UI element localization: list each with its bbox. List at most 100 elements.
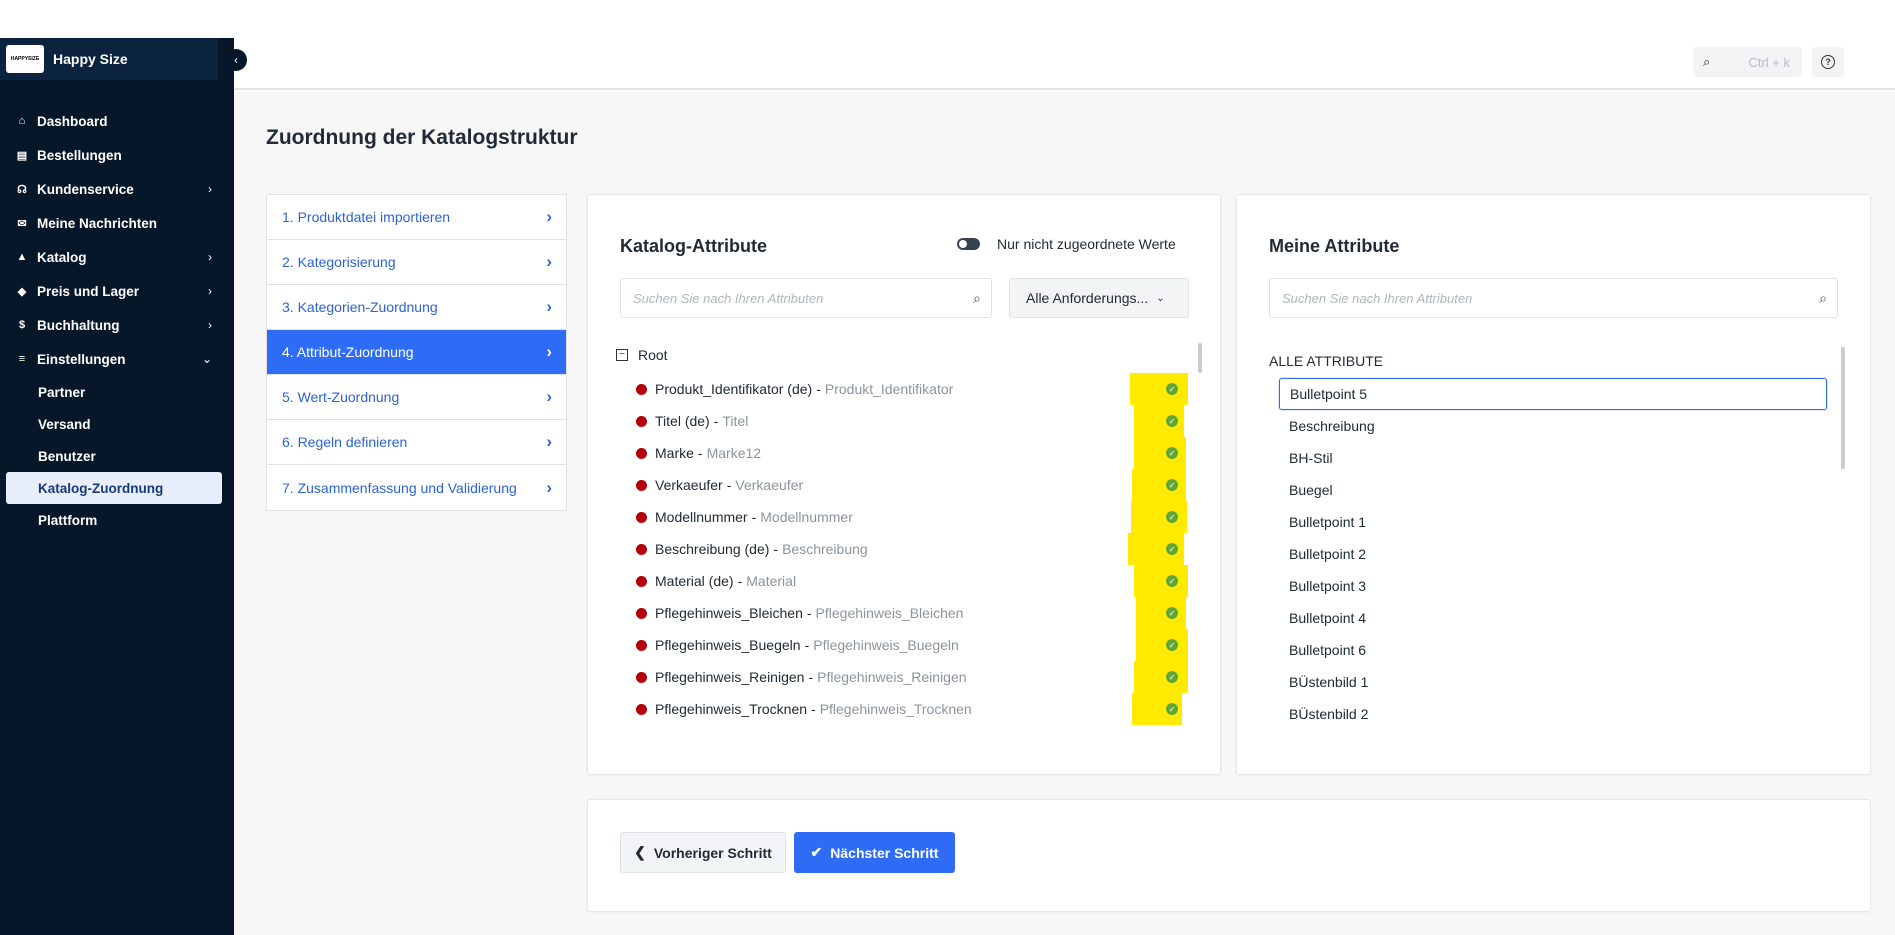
mapped-attribute: Titel (722, 413, 749, 429)
sidebar-item-label: Katalog (37, 249, 87, 265)
catalog-attribute-row[interactable]: Modellnummer - Modellnummer ✓ (636, 501, 1196, 533)
tree-root-label: Root (638, 347, 668, 363)
sidebar-item-buchhaltung[interactable]: $ Buchhaltung › (0, 308, 234, 342)
mapped-attribute: Pflegehinweis_Bleichen (815, 605, 964, 621)
search-icon[interactable]: ⌕ (973, 290, 981, 307)
sidebar-item-einstellungen[interactable]: ≡ Einstellungen ⌄ (0, 342, 234, 376)
chevron-icon: › (208, 182, 212, 196)
brand-header[interactable]: HAPPYSIZE Happy Size (0, 38, 218, 80)
my-attribute-item[interactable]: Bulletpoint 2 (1279, 538, 1827, 570)
catalog-attribute-row[interactable]: Verkaeufer - Verkaeufer ✓ (636, 469, 1196, 501)
my-attribute-item[interactable]: BH-Stil (1279, 442, 1827, 474)
sidebar-subitem-versand[interactable]: Versand (6, 408, 222, 440)
wizard-step-1[interactable]: 1. Produktdatei importieren › (267, 195, 566, 240)
my-attribute-item[interactable]: BÜstenbild 2 (1279, 698, 1827, 730)
catalog-attribute-row[interactable]: Beschreibung (de) - Beschreibung ✓ (636, 533, 1196, 565)
my-attribute-item[interactable]: Beschreibung (1279, 410, 1827, 442)
catalog-attribute-row[interactable]: Pflegehinweis_Buegeln - Pflegehinweis_Bueg… (636, 629, 1196, 661)
tree-root[interactable]: − Root (616, 347, 668, 363)
check-circle-icon: ✓ (1166, 671, 1178, 683)
catalog-attribute-row[interactable]: Pflegehinweis_Trocknen - Pflegehinweis_Tro… (636, 693, 1196, 725)
search-shortcut: Ctrl + k (1748, 54, 1790, 70)
global-search-button[interactable]: ⌕ Ctrl + k (1693, 47, 1802, 77)
sidebar-item-label: Kundenservice (37, 181, 134, 197)
attribute-separator: - (773, 541, 779, 557)
wizard-step-5[interactable]: 5. Wert-Zuordnung › (267, 375, 566, 420)
sidebar-item-kundenservice[interactable]: ☊ Kundenservice › (0, 172, 234, 206)
sidebar-subitem-katalog-zuordnung[interactable]: Katalog-Zuordnung (6, 472, 222, 504)
wizard-step-3[interactable]: 3. Kategorien-Zuordnung › (267, 285, 566, 330)
catalog-attribute-row[interactable]: Pflegehinweis_Reinigen - Pflegehinweis_Rei… (636, 661, 1196, 693)
my-attributes-card: Meine Attribute ⌕ ALLE ATTRIBUTE Bulletp… (1236, 194, 1871, 775)
brand-logo: HAPPYSIZE (6, 45, 44, 73)
wizard-step-7[interactable]: 7. Zusammenfassung und Validierung › (267, 465, 566, 510)
sidebar-item-meine-nachrichten[interactable]: ✉ Meine Nachrichten (0, 206, 234, 240)
next-step-button[interactable]: ✔ Nächster Schritt (794, 832, 955, 873)
my-attribute-item[interactable]: Buegel (1279, 474, 1827, 506)
unmapped-only-toggle[interactable] (957, 238, 980, 250)
wizard-step-4[interactable]: 4. Attribut-Zuordnung › (267, 330, 566, 375)
catalog-attribute-row[interactable]: Pflegehinweis_Bleichen - Pflegehinweis_Ble… (636, 597, 1196, 629)
sidebar-item-label: Preis und Lager (37, 283, 140, 299)
my-attributes-scrollbar[interactable] (1841, 347, 1845, 469)
next-step-label: Nächster Schritt (830, 844, 939, 861)
sidebar-item-label: Dashboard (37, 113, 108, 129)
wizard-step-2[interactable]: 2. Kategorisierung › (267, 240, 566, 285)
previous-step-button[interactable]: ❮ Vorheriger Schritt (620, 832, 786, 873)
my-attribute-item[interactable]: Bulletpoint 1 (1279, 506, 1827, 538)
attribute-name: Verkaeufer (655, 477, 723, 493)
mapped-attribute: Pflegehinweis_Trocknen (819, 701, 972, 717)
collapse-sidebar-icon[interactable]: ‹ (225, 49, 247, 71)
collapse-tree-icon[interactable]: − (616, 349, 628, 361)
catalog-attribute-row[interactable]: Produkt_Identifikator (de) - Produkt_Ident… (636, 373, 1196, 405)
my-attribute-item[interactable]: BÜstenbild 1 (1279, 666, 1827, 698)
catalog-attribute-row[interactable]: Titel (de) - Titel ✓ (636, 405, 1196, 437)
mapped-attribute: Produkt_Identifikator (824, 381, 954, 397)
sidebar-item-preis-und-lager[interactable]: ◆ Preis und Lager › (0, 274, 234, 308)
wizard-step-label: 4. Attribut-Zuordnung (282, 344, 414, 360)
sidebar-subitem-plattform[interactable]: Plattform (6, 504, 222, 536)
my-attribute-item[interactable]: Bulletpoint 4 (1279, 602, 1827, 634)
wizard-step-6[interactable]: 6. Regeln definieren › (267, 420, 566, 465)
highlight-mark (1130, 373, 1188, 405)
attribute-separator: - (751, 509, 757, 525)
highlight-mark (1134, 565, 1188, 597)
catalog-search-input[interactable] (633, 290, 948, 306)
search-icon[interactable]: ⌕ (1819, 290, 1827, 307)
status-dot (636, 671, 647, 683)
catalog-attribute-row[interactable]: Marke - Marke12 ✓ (636, 437, 1196, 469)
status-dot (636, 703, 647, 715)
attribute-separator: - (713, 413, 719, 429)
check-icon: ✔ (810, 844, 823, 860)
catalog-search-field[interactable]: ⌕ (620, 278, 992, 318)
my-attribute-item[interactable]: Bulletpoint 6 (1279, 634, 1827, 666)
catalog-scrollbar[interactable] (1198, 343, 1202, 373)
mapped-attribute: Material (746, 573, 797, 589)
catalog-attribute-row[interactable]: Material (de) - Material ✓ (636, 565, 1196, 597)
my-attribute-item[interactable]: Bulletpoint 5 (1279, 378, 1827, 410)
attribute-separator: - (697, 445, 703, 461)
help-button[interactable]: ? (1812, 47, 1844, 77)
main-content: Zuordnung der Katalogstruktur 1. Produkt… (234, 92, 1895, 935)
mapped-attribute: Marke12 (706, 445, 762, 461)
check-circle-icon: ✓ (1166, 639, 1178, 651)
my-attribute-item[interactable]: Bulletpoint 3 (1279, 570, 1827, 602)
sidebar-subitem-partner[interactable]: Partner (6, 376, 222, 408)
catalog-attributes-card: Katalog-Attribute Nur nicht zugeordnete … (587, 194, 1221, 775)
status-dot (636, 479, 647, 491)
attribute-name: Titel (de) (655, 413, 710, 429)
my-attributes-search-field[interactable]: ⌕ (1269, 278, 1838, 318)
sidebar-subitem-benutzer[interactable]: Benutzer (6, 440, 222, 472)
my-attributes-search-input[interactable] (1282, 290, 1764, 306)
sidebar-item-katalog[interactable]: ▲ Katalog › (0, 240, 234, 274)
check-circle-icon: ✓ (1166, 607, 1178, 619)
message-icon: ✉ (17, 217, 27, 230)
chevron-right-icon: › (546, 342, 552, 361)
wizard-step-label: 1. Produktdatei importieren (282, 209, 451, 225)
sidebar-item-dashboard[interactable]: ⌂ Dashboard (0, 104, 234, 138)
check-circle-icon: ✓ (1166, 703, 1178, 715)
catalog-attribute-tree: Produkt_Identifikator (de) - Produkt_Ident… (636, 373, 1196, 725)
chevron-right-icon: › (546, 252, 552, 271)
requirements-filter-dropdown[interactable]: Alle Anforderungs... ⌄ (1009, 278, 1189, 318)
sidebar-item-bestellungen[interactable]: ▤ Bestellungen (0, 138, 234, 172)
